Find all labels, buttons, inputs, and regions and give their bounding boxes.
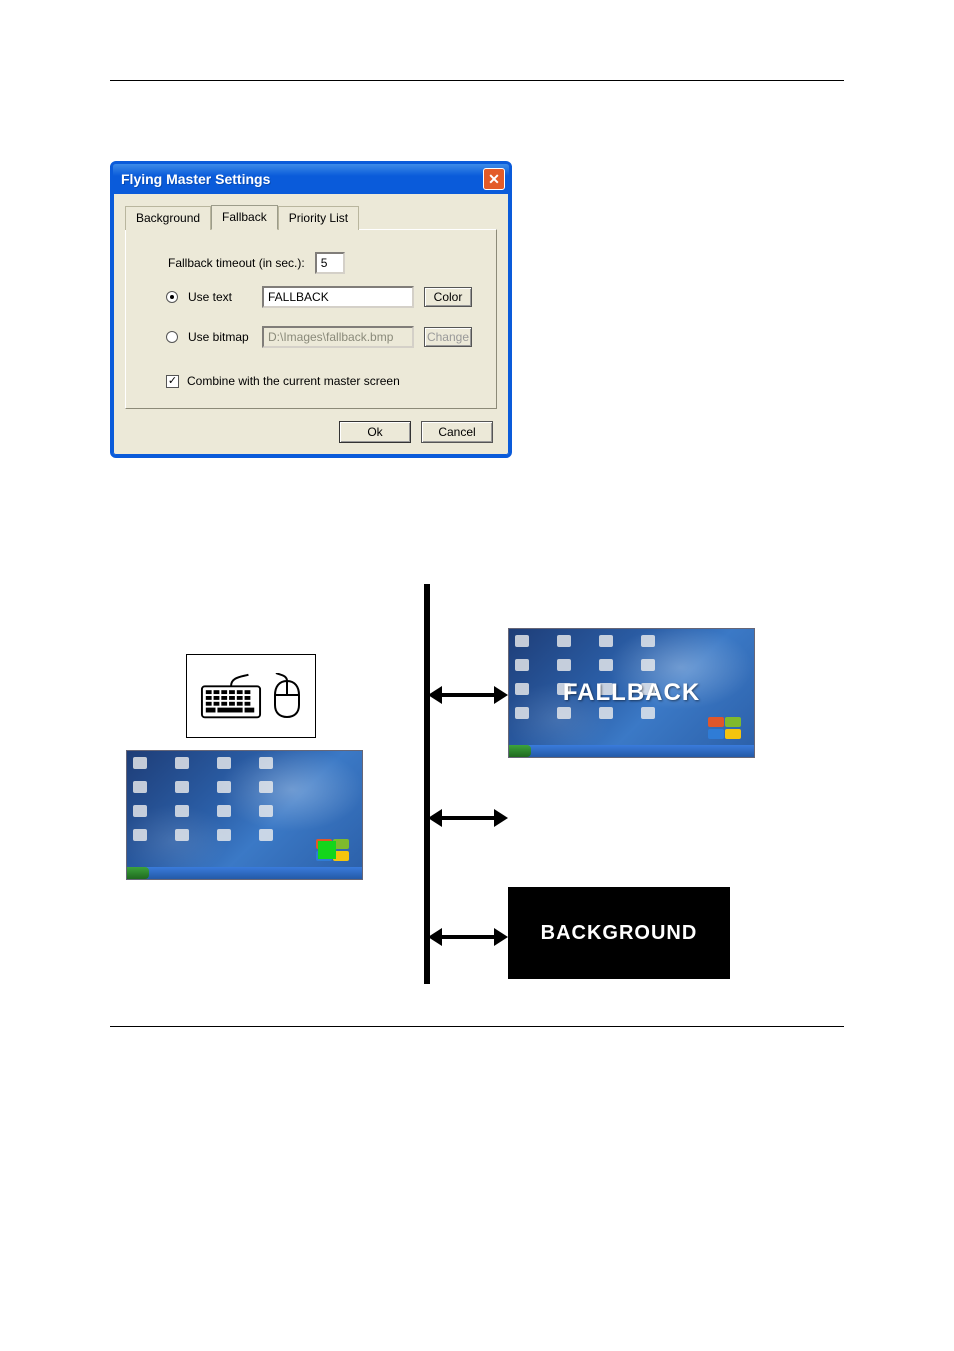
use-bitmap-label: Use bitmap (188, 330, 252, 344)
use-bitmap-input (262, 326, 414, 348)
color-button[interactable]: Color (424, 287, 472, 307)
combine-label: Combine with the current master screen (187, 374, 400, 388)
background-box-text: BACKGROUND (541, 922, 698, 945)
mouse-icon (272, 673, 302, 719)
header-rule (110, 80, 844, 81)
arrow-background (428, 928, 508, 946)
ok-button[interactable]: Ok (339, 421, 411, 443)
keyboard-icon (200, 672, 262, 720)
change-button: Change (424, 327, 472, 347)
fallback-timeout-input[interactable] (315, 252, 345, 274)
cancel-button[interactable]: Cancel (421, 421, 493, 443)
fallback-timeout-label: Fallback timeout (in sec.): (168, 256, 305, 270)
arrow-master (428, 809, 508, 827)
tab-priority-list[interactable]: Priority List (278, 206, 359, 230)
tab-background[interactable]: Background (125, 206, 211, 230)
fallback-overlay-text: FALLBACK (509, 629, 754, 757)
tab-fallback[interactable]: Fallback (211, 205, 278, 230)
window-title: Flying Master Settings (121, 171, 270, 187)
use-bitmap-radio[interactable] (166, 331, 178, 343)
fallback-screen-thumb: FALLBACK (508, 628, 755, 758)
input-devices-box (186, 654, 316, 738)
titlebar[interactable]: Flying Master Settings ✕ (113, 164, 509, 194)
tab-strip: Background Fallback Priority List (125, 204, 497, 229)
arrow-fallback (428, 686, 508, 704)
use-text-radio[interactable] (166, 291, 178, 303)
close-icon: ✕ (488, 171, 500, 188)
use-text-input[interactable] (262, 286, 414, 308)
combine-checkbox[interactable]: ✓ (166, 375, 179, 388)
background-screen-thumb: BACKGROUND (508, 887, 730, 979)
flying-master-settings-window: Flying Master Settings ✕ Background Fall… (110, 161, 512, 458)
master-screen-thumb (126, 750, 363, 880)
use-text-label: Use text (188, 290, 252, 304)
fallback-diagram: FALLBACK BACKGROUND (110, 598, 844, 1018)
vertical-divider (424, 584, 430, 984)
close-button[interactable]: ✕ (483, 168, 505, 190)
tab-panel-fallback: Fallback timeout (in sec.): Use text Col… (125, 229, 497, 409)
